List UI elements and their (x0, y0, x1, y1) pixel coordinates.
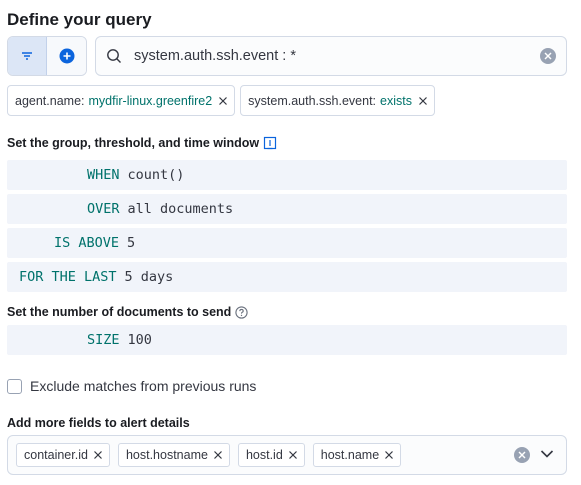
alert-field-chips: container.id host.hostname host.id host.… (16, 443, 514, 467)
field-chip-label: host.id (245, 448, 283, 462)
remove-filter-button[interactable] (219, 96, 228, 105)
clear-query-button[interactable] (540, 48, 556, 64)
filter-value: mydfir-linux.greenfire2 (88, 93, 213, 108)
alert-fields-label: Add more fields to alert details (7, 416, 190, 430)
remove-filter-button[interactable] (419, 96, 427, 105)
threshold-expression[interactable]: IS ABOVE 5 (7, 228, 567, 258)
exclude-matches-label: Exclude matches from previous runs (30, 378, 257, 394)
remove-chip-button[interactable] (385, 451, 394, 459)
time-window-expression[interactable]: FOR THE LAST 5 days (7, 262, 567, 292)
field-chip: container.id (16, 443, 110, 467)
when-value: count() (127, 167, 185, 183)
plus-circle-icon (59, 48, 74, 64)
field-chip-label: container.id (24, 448, 88, 462)
filter-pill[interactable]: agent.name: mydfir-linux.greenfire2 (7, 85, 236, 116)
alert-fields-combobox[interactable]: container.id host.hostname host.id host.… (7, 435, 567, 475)
filter-value: exists (380, 93, 412, 108)
filter-pills: agent.name: mydfir-linux.greenfire2 syst… (7, 85, 435, 116)
filter-field: agent.name: (15, 93, 85, 108)
query-text[interactable]: system.auth.ssh.event : * (134, 48, 540, 64)
size-value: 100 (127, 332, 152, 348)
when-keyword: WHEN (87, 167, 120, 183)
threshold-keyword: IS ABOVE (54, 235, 120, 251)
close-icon (544, 52, 552, 60)
combobox-controls (514, 446, 554, 464)
field-chip-label: host.name (320, 448, 380, 462)
add-filter-button[interactable] (47, 37, 86, 75)
exclude-matches-checkbox[interactable] (7, 378, 22, 394)
docs-count-label-text: Set the number of documents to send (7, 305, 232, 319)
remove-chip-button[interactable] (214, 451, 222, 459)
close-icon (385, 451, 394, 459)
question-icon[interactable] (235, 305, 248, 319)
close-icon (518, 451, 526, 459)
size-expression[interactable]: SIZE 100 (7, 325, 567, 355)
close-icon (94, 451, 102, 459)
chevron-down-icon (540, 450, 554, 458)
filter-pill[interactable]: system.auth.ssh.event: exists (240, 85, 435, 116)
size-keyword: SIZE (87, 332, 120, 348)
field-chip: host.id (237, 443, 305, 467)
exclude-matches-option[interactable]: Exclude matches from previous runs (7, 378, 256, 394)
documentation-icon[interactable] (263, 136, 277, 150)
filter-icon (22, 52, 32, 60)
query-menu-buttons (7, 36, 87, 76)
close-icon (419, 96, 427, 105)
remove-chip-button[interactable] (288, 451, 297, 459)
over-keyword: OVER (87, 201, 120, 217)
search-icon (107, 49, 121, 63)
time-window-keyword: FOR THE LAST (19, 269, 117, 285)
field-chip: host.name (312, 443, 402, 467)
over-value: all documents (127, 201, 234, 217)
close-icon (288, 451, 297, 459)
over-expression[interactable]: OVER all documents (7, 194, 567, 224)
query-bar: system.auth.ssh.event : * (7, 36, 567, 76)
group-threshold-label-text: Set the group, threshold, and time windo… (7, 136, 260, 150)
query-search-input[interactable]: system.auth.ssh.event : * (95, 36, 567, 76)
filter-menu-button[interactable] (8, 37, 48, 75)
page-title: Define your query (7, 10, 152, 29)
close-icon (219, 96, 228, 105)
filter-field: system.auth.ssh.event: (248, 93, 377, 108)
docs-count-label: Set the number of documents to send (7, 305, 248, 319)
time-window-value: 5 days (124, 269, 174, 285)
field-chip-label: host.hostname (125, 448, 208, 462)
expand-fields-button[interactable] (540, 446, 554, 464)
when-expression[interactable]: WHEN count() (7, 160, 567, 190)
group-threshold-label: Set the group, threshold, and time windo… (7, 136, 277, 150)
threshold-value: 5 (127, 235, 136, 251)
clear-fields-button[interactable] (514, 447, 530, 463)
close-icon (214, 451, 222, 459)
field-chip: host.hostname (117, 443, 230, 467)
remove-chip-button[interactable] (94, 451, 102, 459)
